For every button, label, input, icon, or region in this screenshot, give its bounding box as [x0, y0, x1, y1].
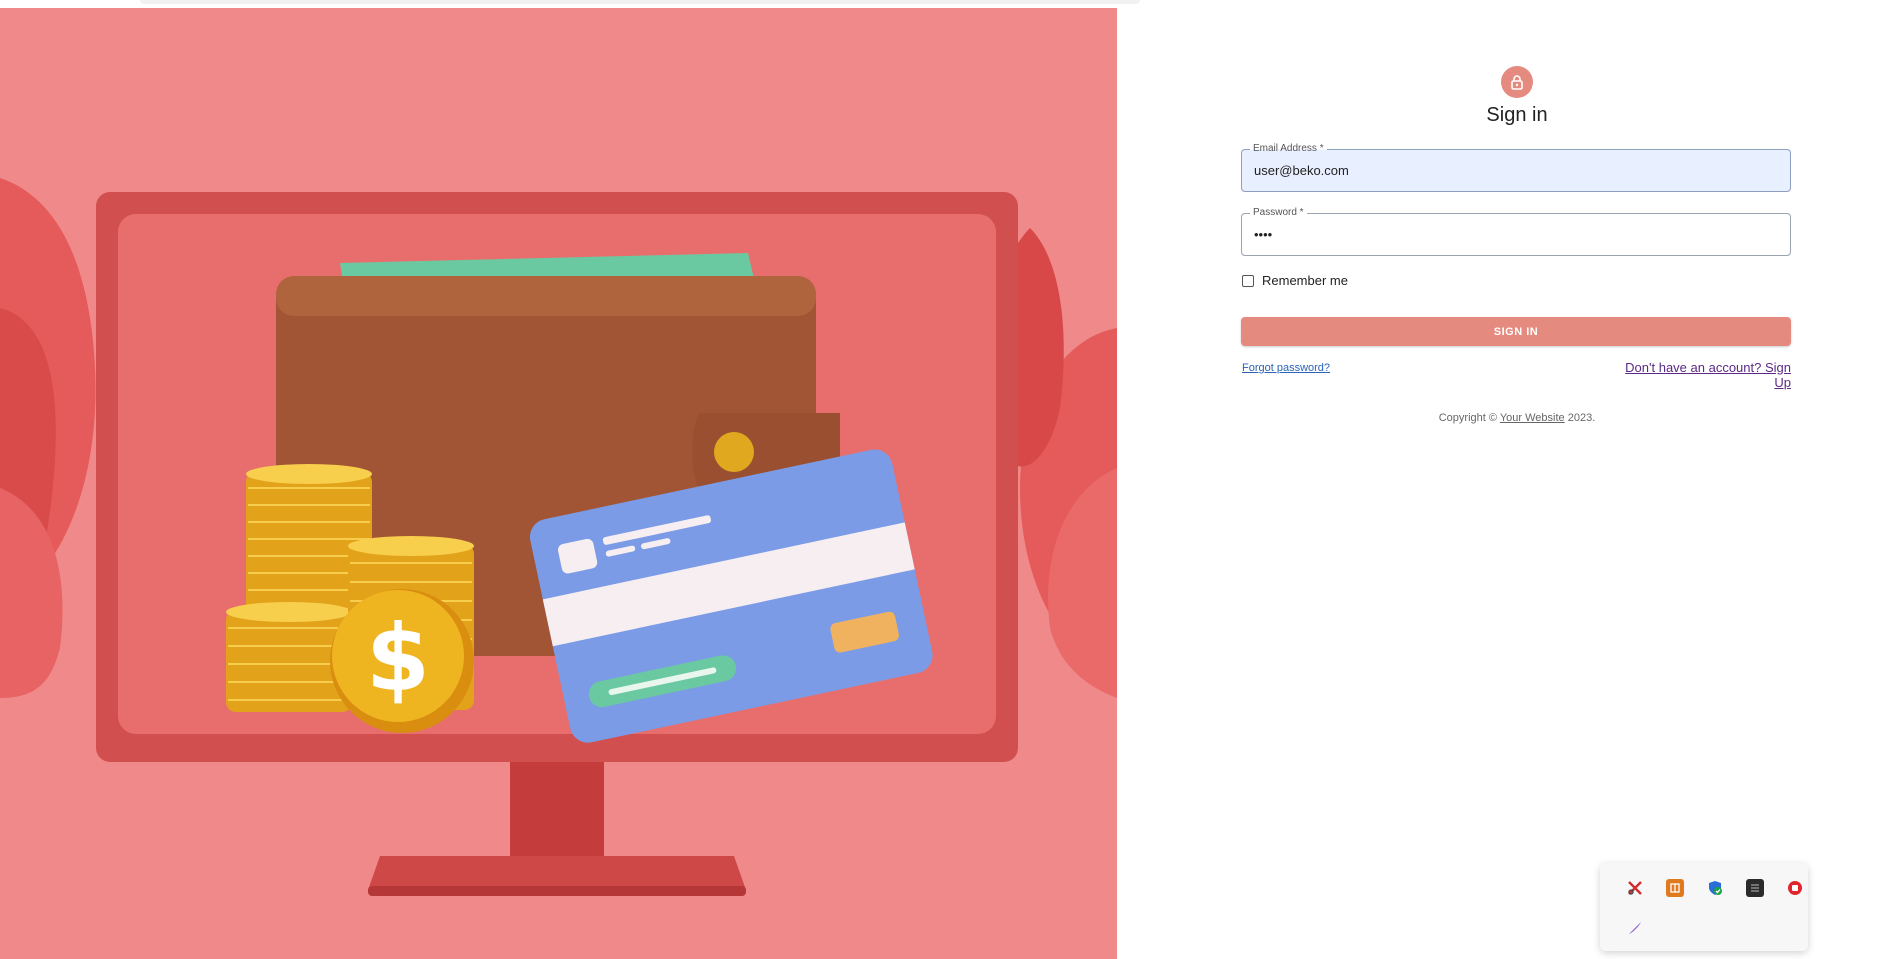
- copyright: Copyright © Your Website 2023.: [1355, 412, 1679, 424]
- security-shield-icon[interactable]: [1706, 879, 1724, 897]
- hero-illustration: $: [0, 8, 1117, 959]
- wallet-button: [714, 432, 754, 472]
- terminal-app-icon[interactable]: [1746, 879, 1764, 897]
- forgot-password-link[interactable]: Forgot password?: [1242, 362, 1330, 374]
- copyright-prefix: Copyright ©: [1438, 412, 1497, 424]
- browser-top-edge: [140, 0, 1140, 4]
- pen-feather-icon[interactable]: [1626, 919, 1644, 937]
- email-label: Email Address *: [1250, 143, 1327, 155]
- monitor-base: [368, 856, 746, 890]
- red-circle-app-icon[interactable]: [1786, 879, 1804, 897]
- password-field[interactable]: Password * ••••: [1241, 207, 1791, 256]
- remember-me[interactable]: Remember me: [1242, 273, 1348, 288]
- copyright-year: 2023.: [1567, 412, 1596, 424]
- email-value[interactable]: user@beko.com: [1254, 163, 1349, 178]
- dollar-coin-symbol: $: [366, 605, 430, 712]
- lock-icon: [1511, 75, 1523, 90]
- email-field[interactable]: Email Address * user@beko.com: [1241, 143, 1791, 192]
- website-link[interactable]: Your Website: [1500, 412, 1565, 424]
- monitor-neck: [510, 762, 604, 860]
- password-label: Password *: [1250, 207, 1307, 219]
- snip-icon[interactable]: [1626, 879, 1644, 897]
- sign-up-link[interactable]: Don't have an account? Sign Up: [1605, 360, 1791, 390]
- remember-checkbox[interactable]: [1242, 274, 1254, 287]
- system-tray-overflow: [1600, 863, 1808, 951]
- password-value[interactable]: ••••: [1254, 227, 1272, 242]
- monitor-base-shadow: [368, 886, 746, 896]
- sign-in-button[interactable]: SIGN IN: [1241, 317, 1791, 346]
- wallet-top: [276, 276, 816, 316]
- lock-avatar: [1501, 66, 1533, 98]
- archive-app-icon[interactable]: [1666, 879, 1684, 897]
- remember-label: Remember me: [1262, 273, 1348, 288]
- page-title: Sign in: [1486, 104, 1548, 126]
